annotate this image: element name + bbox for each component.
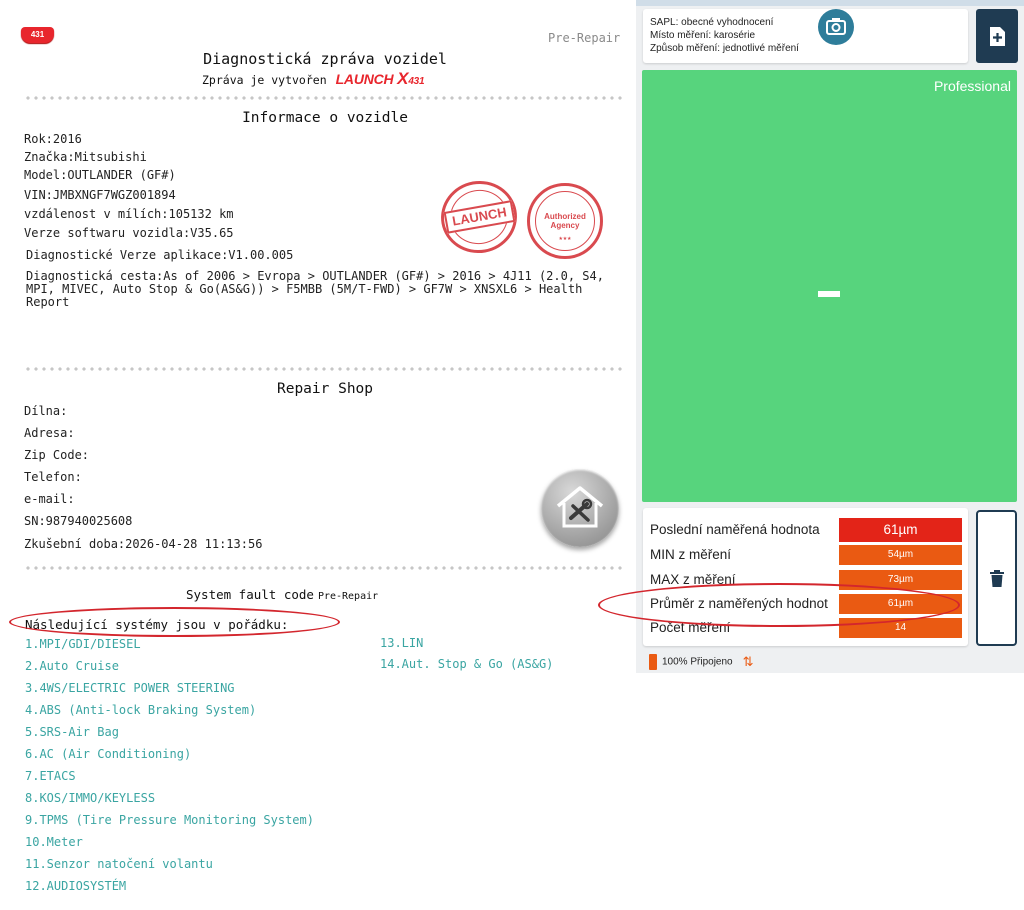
measurement-info-card: SAPL: obecné vyhodnocení Místo měření: k… [643,9,968,63]
system-ok-item: 10.Meter [25,835,83,849]
vehicle-info-heading: Informace o vozidle [242,110,408,126]
divider [24,367,624,371]
serial-number: SN:987940025608 [24,514,133,528]
measurement-display: Professional [642,70,1017,502]
house-tools-icon [556,486,604,528]
diagnostic-path: Diagnostická cesta:As of 2006 > Evropa >… [26,269,604,309]
fault-code-heading: System fault code Pre-Repair [186,587,378,602]
mode-label: Professional [933,78,1011,94]
camera-icon [826,18,846,35]
launch-stamp: LAUNCH [435,174,523,260]
test-time: Zkušební doba:2026-04-28 11:13:56 [24,537,263,551]
connection-status: 100% Připojeno ⇅ [649,654,754,670]
authorized-agency-stamp: Authorized Agency ★★★ [527,183,603,259]
highlight-oval-average [598,583,960,627]
info-method: Způsob měření: jednotlivé měření [650,43,799,54]
report-title: Diagnostická zpráva vozidel [203,50,447,68]
divider [24,566,624,570]
pre-repair-label: Pre-Repair [548,31,621,45]
system-ok-item: 9.TPMS (Tire Pressure Monitoring System) [25,813,314,827]
connection-text: 100% Připojeno [662,656,733,668]
system-ok-item: 12.AUDIOSYSTÉM [25,879,127,893]
system-ok-item: 8.KOS/IMMO/KEYLESS [25,791,156,805]
shop-phone: Telefon: [24,470,82,484]
stat-label: Poslední naměřená hodnota [650,522,820,537]
system-ok-item: 6.AC (Air Conditioning) [25,747,192,761]
fault-code-title: System fault code [186,587,314,602]
launch-431-logo: 431 [21,27,54,43]
vehicle-sw-version: Verze softwaru vozidla:V35.65 [24,226,234,240]
system-ok-item: 14.Aut. Stop & Go (AS&G) [380,657,554,671]
launch-brand-logo: LAUNCH X431 [335,69,425,88]
stat-value: 54µm [839,545,962,565]
vehicle-year: Rok:2016 [24,132,82,146]
vehicle-make: Značka:Mitsubishi [24,150,147,164]
highlight-oval [9,607,340,637]
battery-icon [649,654,657,670]
stat-label: MIN z měření [650,547,732,562]
shop-workshop: Dílna: [24,404,68,418]
report-subtitle: Zpráva je vytvořen LAUNCH X431 [202,69,425,89]
repair-shop-heading: Repair Shop [276,381,374,397]
vehicle-model: Model:OUTLANDER (GF#) [24,168,176,182]
shop-zip: Zip Code: [24,448,90,462]
stat-value: 61µm [839,518,962,542]
info-location: Místo měření: karosérie [650,30,756,41]
system-ok-item: 13.LIN [380,636,424,650]
divider [24,96,624,100]
coating-gauge-app: SAPL: obecné vyhodnocení Místo měření: k… [636,0,1024,673]
status-bar [636,0,1024,6]
repair-shop-button[interactable] [541,469,619,547]
system-ok-item: 2.Auto Cruise [25,659,119,673]
camera-button[interactable] [818,9,854,45]
new-report-button[interactable] [976,9,1018,63]
delete-button[interactable] [976,510,1017,646]
system-ok-item: 7.ETACS [25,769,76,783]
transfer-arrows-icon: ⇅ [742,654,754,669]
shop-email: e-mail: [24,492,75,506]
system-ok-item: 1.MPI/GDI/DIESEL [25,637,141,651]
diagnostic-report: 431 Pre-Repair Diagnostická zpráva vozid… [0,0,636,910]
system-ok-item: 4.ABS (Anti-lock Braking System) [25,703,257,717]
reading-placeholder [818,291,840,297]
shop-address: Adresa: [24,426,75,440]
vehicle-mileage: vzdálenost v mílích:105132 km [24,207,234,221]
system-ok-item: 5.SRS-Air Bag [25,725,119,739]
vehicle-vin: VIN:JMBXNGF7WGZ001894 [24,188,176,202]
fault-pre-repair: Pre-Repair [317,591,379,602]
trash-icon [990,570,1004,587]
info-sapl: SAPL: obecné vyhodnocení [650,17,774,28]
system-ok-item: 11.Senzor natočení volantu [25,857,213,871]
app-version: Diagnostické Verze aplikace:V1.00.005 [26,248,294,262]
subtitle-text: Zpráva je vytvořen [202,73,327,87]
system-ok-item: 3.4WS/ELECTRIC POWER STEERING [25,681,235,695]
add-file-icon [990,27,1005,46]
